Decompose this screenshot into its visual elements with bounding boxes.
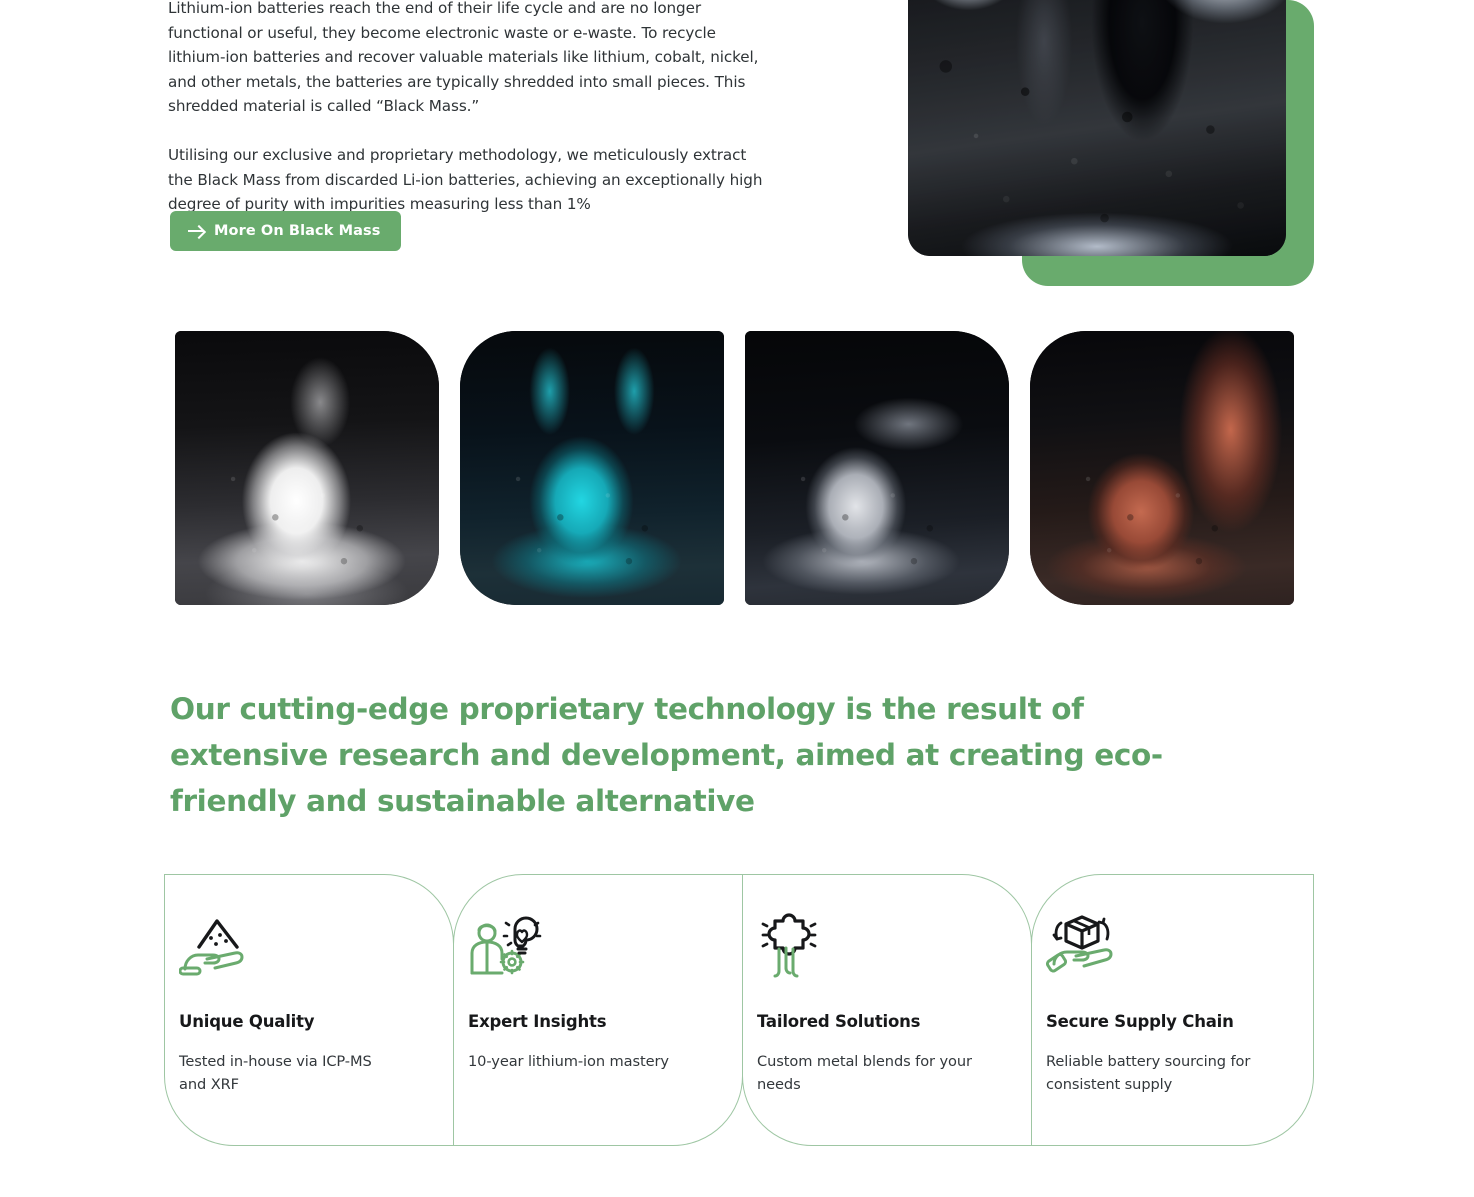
feature-title: Unique Quality <box>179 1012 315 1031</box>
powder-gallery-item-cyan[interactable] <box>460 331 724 605</box>
feature-description: Custom metal blends for your needs <box>757 1053 972 1093</box>
feature-card-expert-insights[interactable]: Expert Insights 10-year lithium-ion mast… <box>453 874 743 1146</box>
feature-card-unique-quality[interactable]: Unique Quality Tested in-house via ICP-M… <box>164 874 454 1146</box>
intro-paragraph-1: Lithium-ion batteries reach the end of t… <box>168 0 759 116</box>
black-mass-photo <box>908 0 1286 256</box>
section-headline: Our cutting-edge proprietary technology … <box>170 692 1163 818</box>
powder-gallery-item-grey[interactable] <box>745 331 1009 605</box>
more-on-black-mass-button[interactable]: More On Black Mass <box>170 211 401 251</box>
intro-paragraph-2: Utilising our exclusive and proprietary … <box>168 145 763 214</box>
feature-card-secure-supply-chain[interactable]: Secure Supply Chain Reliable battery sou… <box>1031 874 1314 1146</box>
hand-holding-powder-icon <box>178 919 244 976</box>
feature-card-tailored-solutions[interactable]: Tailored Solutions Custom metal blends f… <box>742 874 1032 1146</box>
feature-title: Tailored Solutions <box>757 1012 921 1031</box>
more-on-black-mass-button-label: More On Black Mass <box>214 223 381 239</box>
intro-text-block: Lithium-ion batteries reach the end of t… <box>168 0 768 217</box>
powder-image-gallery <box>175 331 1315 605</box>
feature-description: Reliable battery sourcing for consistent… <box>1046 1053 1251 1093</box>
feature-description: Tested in-house via ICP-MS and XRF <box>179 1053 372 1093</box>
feature-title: Secure Supply Chain <box>1046 1012 1234 1031</box>
red-powder-speckle <box>1030 331 1294 605</box>
black-mass-photo-grain <box>908 0 1286 256</box>
hand-holding-puzzle-icon <box>761 913 817 978</box>
grey-powder-speckle <box>745 331 1009 605</box>
feature-title: Expert Insights <box>468 1012 607 1031</box>
arrow-right-icon <box>188 224 205 238</box>
page-root: Lithium-ion batteries reach the end of t… <box>0 0 1474 1197</box>
feature-card-grid: Unique Quality Tested in-house via ICP-M… <box>164 874 1314 1146</box>
white-powder-speckle <box>175 331 439 605</box>
hand-holding-box-icon <box>1045 915 1113 973</box>
powder-gallery-item-white[interactable] <box>175 331 439 605</box>
feature-description: 10-year lithium-ion mastery <box>468 1053 669 1070</box>
hero-image-group <box>908 0 1314 286</box>
cyan-powder-speckle <box>460 331 724 605</box>
powder-gallery-item-red[interactable] <box>1030 331 1294 605</box>
expert-lightbulb-gear-icon <box>470 916 542 975</box>
